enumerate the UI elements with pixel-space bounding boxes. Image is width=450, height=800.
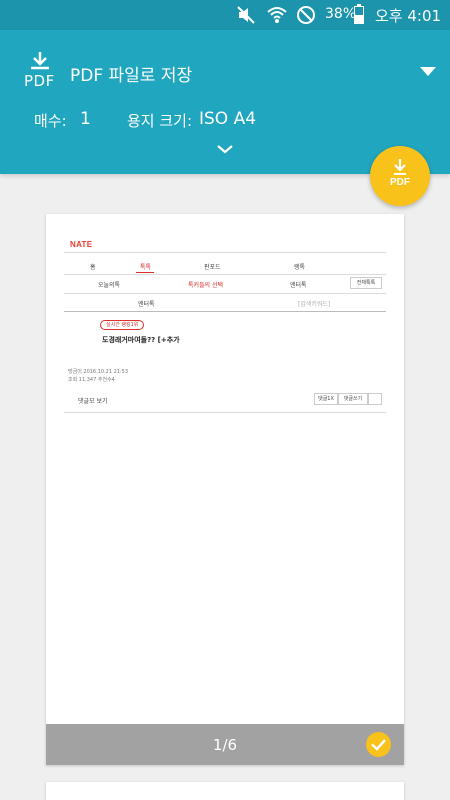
comment-extra-button (368, 393, 382, 405)
clock: 오후 4:01 (375, 7, 442, 25)
comment-view-label: 댓글모 보기 (78, 398, 108, 405)
do-not-disturb-icon (296, 5, 316, 29)
wifi-icon (266, 5, 288, 29)
mute-icon (236, 5, 256, 29)
paper-size-value[interactable]: ISO A4 (199, 109, 256, 129)
nav-tab: 랭톡 (294, 264, 306, 271)
printer-select[interactable]: PDF 파일로 저장 (70, 61, 192, 86)
copies-label: 매수: (34, 112, 67, 130)
next-page-preview[interactable] (46, 782, 404, 800)
nav-tab: 톡톡 (140, 264, 152, 271)
dropdown-arrow-icon[interactable] (420, 67, 436, 76)
all-topics-button: 전체톡톡 (350, 277, 382, 289)
nav-tab: 홈 (90, 264, 96, 271)
chevron-down-icon[interactable] (215, 140, 235, 154)
ranking-tag: 실시간 랭킹1위 (100, 320, 145, 330)
nate-logo: NATE (70, 240, 93, 249)
comment-count-button: 댓글1X (314, 393, 338, 405)
post-meta: 조회 11,347 추천수4 (68, 377, 115, 383)
battery-percent: 38% (325, 6, 357, 22)
pdf-icon-label: PDF (24, 72, 55, 90)
checkmark-icon[interactable] (366, 732, 391, 757)
battery-icon (354, 4, 364, 28)
sub-nav-item: 오늘의톡 (98, 282, 121, 289)
page-preview[interactable]: NATE 홈 톡톡 판포드 랭톡 오늘의톡 톡커들의 선택 엔터톡 전체톡톡 엔… (46, 214, 404, 765)
copies-value[interactable]: 1 (80, 109, 91, 129)
sub-nav-item: 엔터톡 (290, 282, 307, 289)
write-comment-button: 댓글쓰기 (338, 393, 368, 405)
post-title: 도경래거마여돌?? [+추가 (102, 336, 180, 344)
third-row-label: 엔터톡 (138, 301, 155, 308)
paper-size-label: 용지 크기: (127, 112, 193, 130)
search-placeholder: [검색키워드] (298, 301, 331, 308)
sub-nav-item: 톡커들의 선택 (188, 282, 224, 289)
post-meta: 방금이 2016.10.21 21:53 (68, 369, 129, 375)
page-counter: 1/6 (212, 736, 238, 754)
download-icon (394, 159, 406, 175)
save-pdf-button[interactable]: PDF (370, 146, 430, 206)
fab-label: PDF (390, 177, 410, 188)
status-bar: 38% 오후 4:01 (0, 0, 450, 30)
nav-tab: 판포드 (204, 264, 221, 271)
page-footer: 1/6 (46, 724, 404, 765)
pdf-download-icon: PDF (22, 50, 58, 92)
